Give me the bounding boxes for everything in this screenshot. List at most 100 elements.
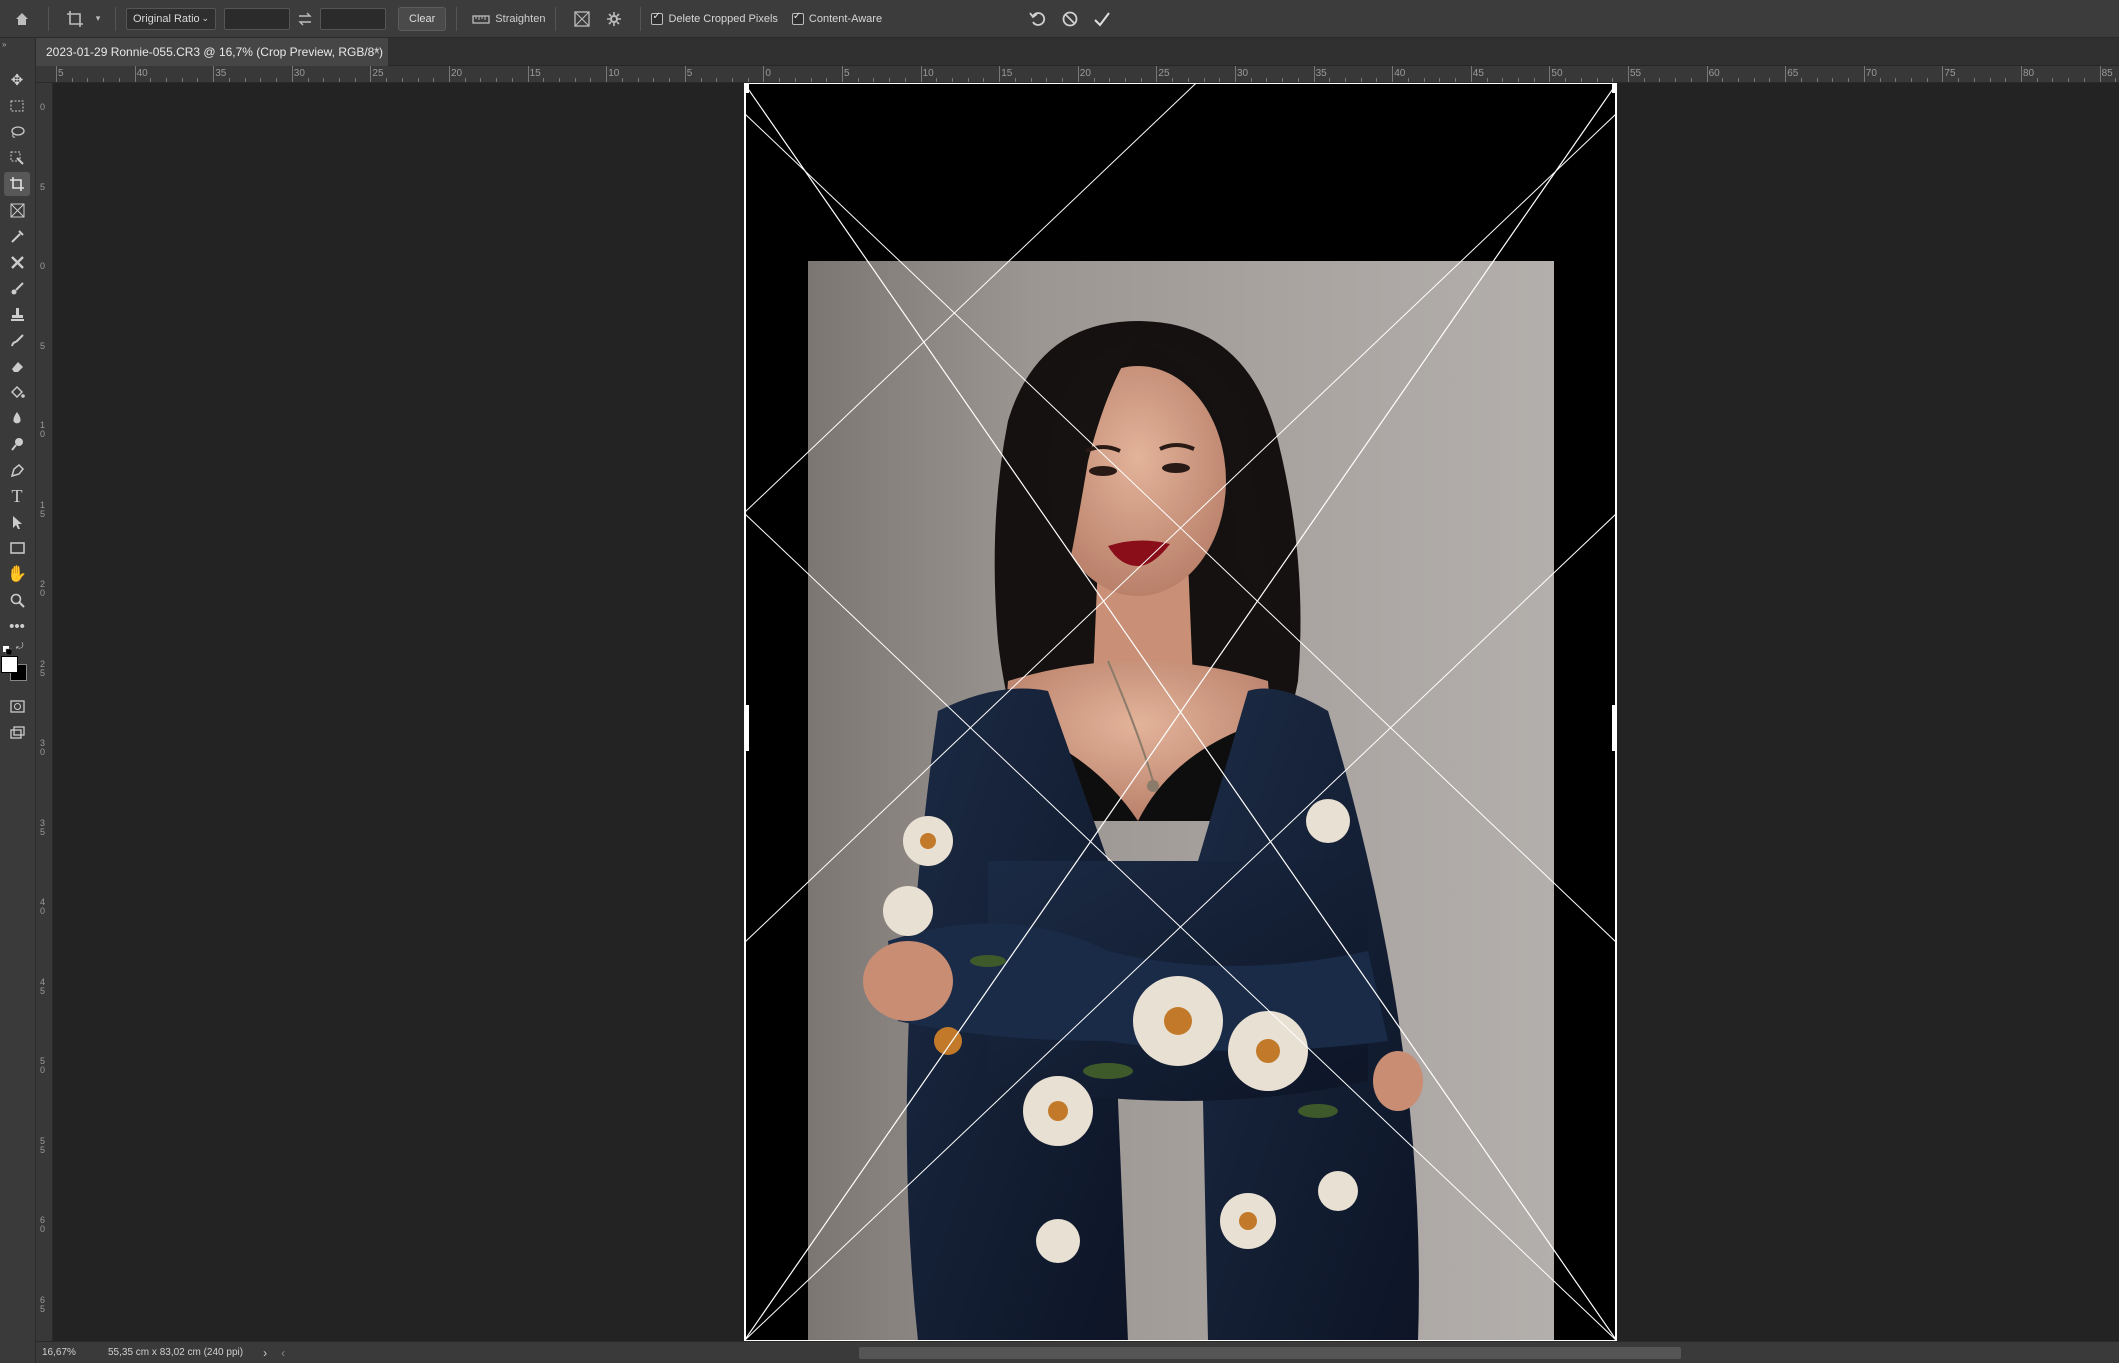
straighten-icon[interactable] (467, 3, 495, 35)
ruler-tick (323, 78, 325, 82)
ruler-tick (1643, 78, 1645, 82)
eraser-tool-icon[interactable] (4, 354, 30, 378)
ratio-preset-dropdown[interactable]: Original Ratio ⌄ (126, 7, 216, 30)
crop-handle-left[interactable] (744, 705, 749, 751)
type-tool-icon[interactable]: T (4, 484, 30, 508)
clear-button[interactable]: Clear (398, 6, 447, 31)
ruler-tick (1596, 78, 1598, 82)
ruler-tick (1455, 78, 1457, 82)
ruler-tick (857, 78, 859, 82)
ruler-tick (1486, 78, 1488, 82)
ruler-tick (2021, 66, 2022, 82)
ruler-tick (2005, 78, 2007, 82)
delete-cropped-pixels-checkbox[interactable]: Delete Cropped Pixels (651, 11, 778, 25)
chevron-left-icon[interactable]: ‹ (281, 1346, 285, 1360)
ruler-tick (590, 78, 592, 82)
dodge-tool-icon[interactable] (4, 432, 30, 456)
ruler-tick (1612, 78, 1614, 82)
brush-tool-icon[interactable] (4, 276, 30, 300)
ruler-label: 25 (1158, 68, 1170, 79)
zoom-tool-icon[interactable] (4, 588, 30, 612)
ruler-tick (920, 66, 922, 82)
ruler-tick (1345, 78, 1347, 82)
crop-width-input[interactable] (224, 7, 290, 30)
ruler-label: 5 (844, 68, 850, 79)
ruler-label: 65 (1787, 68, 1799, 79)
default-colors-icon[interactable] (3, 642, 13, 656)
reset-icon[interactable] (1022, 3, 1054, 35)
quick-mask-icon[interactable] (4, 694, 30, 718)
ruler-label: 6 5 (40, 1294, 46, 1314)
marquee-tool-icon[interactable] (4, 94, 30, 118)
ruler-tick (574, 78, 576, 82)
eyedropper-tool-icon[interactable] (4, 224, 30, 248)
crop-overlay[interactable] (744, 83, 1617, 1341)
more-tools-icon[interactable]: ••• (4, 614, 30, 638)
ruler-tick (1675, 78, 1677, 82)
frame-tool-icon[interactable] (4, 198, 30, 222)
horizontal-scrollbar-thumb[interactable] (859, 1347, 1681, 1359)
ruler-label: 3 5 (40, 817, 46, 837)
ruler-label: 5 (58, 68, 64, 79)
ruler-label: 2 0 (40, 579, 46, 598)
move-tool-icon[interactable]: ✥ (4, 68, 30, 92)
ruler-tick (1313, 66, 1315, 82)
ruler-tick (1014, 78, 1016, 82)
ruler-tick (1030, 78, 1032, 82)
crop-handle-top-right[interactable] (1612, 83, 1617, 93)
crop-icon[interactable] (59, 3, 91, 35)
ruler-tick (1722, 78, 1724, 82)
ruler-tick (1517, 78, 1519, 82)
chevron-right-icon[interactable]: › (263, 1346, 267, 1360)
ruler-tick (1077, 66, 1079, 82)
gear-icon[interactable] (598, 3, 630, 35)
close-icon[interactable]: × (374, 46, 380, 58)
crop-height-input[interactable] (320, 7, 386, 30)
rectangle-tool-icon[interactable] (4, 536, 30, 560)
straighten-label[interactable]: Straighten (495, 13, 545, 25)
cancel-icon[interactable] (1054, 3, 1086, 35)
ruler-tick (1093, 78, 1095, 82)
foreground-color-swatch[interactable] (1, 656, 18, 673)
canvas-area[interactable] (53, 83, 2119, 1341)
content-aware-checkbox[interactable]: Content-Aware (791, 11, 882, 25)
crop-handle-top-left[interactable] (744, 83, 749, 93)
ruler-tick (386, 78, 388, 82)
history-brush-tool-icon[interactable] (4, 328, 30, 352)
swap-icon[interactable] (290, 3, 320, 35)
clone-stamp-tool-icon[interactable] (4, 302, 30, 326)
ruler-tick (56, 66, 57, 82)
pen-tool-icon[interactable] (4, 458, 30, 482)
crop-tool-icon[interactable] (4, 172, 30, 196)
ruler-label: 0 (40, 261, 46, 271)
ruler-tick (621, 78, 623, 82)
document-tab[interactable]: 2023-01-29 Ronnie-055.CR3 @ 16,7% (Crop … (36, 38, 388, 66)
chevron-down-icon[interactable]: ▾ (91, 3, 105, 35)
vertical-ruler[interactable]: 0 5 0 5 1 0 1 5 2 0 2 5 3 0 3 5 4 0 4 5 5 0 5 5 6 0 6 5 (36, 83, 53, 1341)
healing-brush-tool-icon[interactable] (4, 250, 30, 274)
ruler-tick (276, 78, 278, 82)
checkmark-icon[interactable] (1086, 3, 1118, 35)
ruler-label: 70 (1865, 68, 1877, 79)
lasso-tool-icon[interactable] (4, 120, 30, 144)
swap-colors-icon[interactable]: ⤾ (16, 641, 24, 652)
zoom-level[interactable]: 16,67% (42, 1347, 92, 1358)
ruler-tick (496, 78, 498, 82)
screen-mode-icon[interactable] (4, 720, 30, 744)
paint-bucket-tool-icon[interactable] (4, 380, 30, 404)
path-selection-tool-icon[interactable] (4, 510, 30, 534)
ruler-tick (1816, 78, 1818, 82)
ruler-tick (936, 78, 938, 82)
overlay-grid-icon[interactable] (566, 3, 598, 35)
blur-tool-icon[interactable] (4, 406, 30, 430)
object-selection-tool-icon[interactable] (4, 146, 30, 170)
ruler-tick (779, 78, 781, 82)
ruler-tick (1392, 66, 1394, 82)
horizontal-ruler[interactable]: 5 40 35 30 25 20 15 10 5 0 5 10 15 20 25 30 35 40 45 50 55 60… (36, 66, 2119, 83)
home-icon[interactable] (6, 3, 38, 35)
panel-collapse-icon[interactable]: » (2, 40, 6, 49)
ruler-label: 2 5 (40, 658, 46, 678)
checkbox-checked-icon (791, 11, 804, 25)
hand-tool-icon[interactable]: ✋ (4, 562, 30, 586)
crop-handle-right[interactable] (1612, 705, 1617, 751)
